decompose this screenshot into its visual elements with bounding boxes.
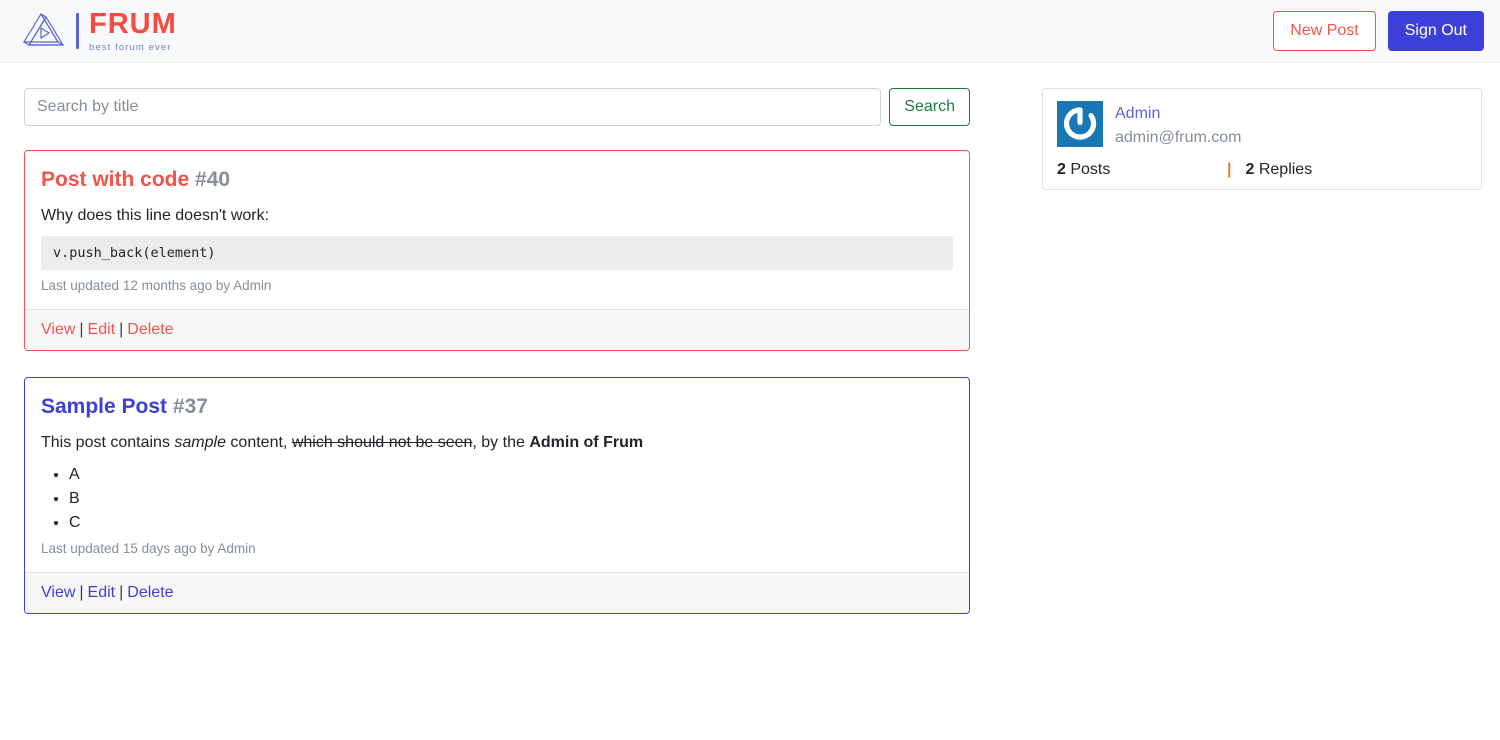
post-edit-link[interactable]: Edit: [88, 321, 116, 338]
brand-logo[interactable]: FRUM best forum ever: [20, 8, 177, 54]
action-separator: |: [119, 584, 124, 602]
post-delete-link[interactable]: Delete: [127, 584, 173, 601]
text-tail: , by the: [472, 434, 530, 452]
post-number: #40: [195, 168, 231, 191]
replies-count: 2: [1245, 161, 1255, 178]
profile-header: Admin admin@frum.com: [1057, 101, 1467, 150]
post-view-link[interactable]: View: [41, 584, 75, 601]
post-rich-text: This post contains sample content, which…: [41, 431, 953, 455]
user-profile-card: Admin admin@frum.com 2 Posts | 2 Replies: [1042, 88, 1482, 190]
profile-info: Admin admin@frum.com: [1115, 101, 1242, 150]
post-view-link[interactable]: View: [41, 321, 75, 338]
post-body: Sample Post #37 This post contains sampl…: [25, 378, 969, 572]
search-button[interactable]: Search: [889, 88, 970, 126]
profile-stats: 2 Posts | 2 Replies: [1057, 161, 1467, 179]
post-card: Post with code #40 Why does this line do…: [24, 150, 970, 352]
post-bullet-list: A B C: [41, 463, 953, 535]
posts-stat: 2 Posts: [1057, 161, 1227, 179]
profile-email: admin@frum.com: [1115, 129, 1242, 146]
post-footer: View | Edit | Delete: [25, 572, 969, 614]
post-title: Post with code #40: [41, 167, 953, 192]
text-italic: sample: [174, 434, 226, 452]
post-delete-link[interactable]: Delete: [127, 321, 173, 338]
text-mid: content,: [225, 434, 292, 452]
text-lead: This post contains: [41, 434, 175, 452]
nav-actions: New Post Sign Out: [1273, 10, 1484, 52]
post-meta: Last updated 12 months ago by Admin: [41, 278, 272, 294]
post-number: #37: [172, 395, 208, 419]
post-code-block: v.push_back(element): [41, 236, 953, 271]
gravatar-power-logo-icon: [1057, 101, 1103, 147]
list-item: B: [69, 487, 953, 511]
text-strikethrough: which should not be seen: [291, 434, 473, 452]
text-bold: Admin of Frum: [529, 434, 644, 452]
sidebar-column: Admin admin@frum.com 2 Posts | 2 Replies: [1042, 88, 1482, 640]
post-edit-link[interactable]: Edit: [88, 584, 116, 601]
brand-title: FRUM: [89, 7, 177, 40]
brand-tagline: best forum ever: [89, 41, 172, 53]
post-title-link[interactable]: Post with code: [41, 168, 189, 191]
brand-divider: [76, 13, 79, 49]
post-intro-text: Why does this line doesn't work:: [41, 207, 270, 225]
post-title-link[interactable]: Sample Post: [41, 395, 167, 418]
post-meta: Last updated 15 days ago by Admin: [41, 541, 256, 557]
page-container: Search Post with code #40 Why does this …: [0, 63, 1500, 640]
action-separator: |: [119, 321, 124, 339]
post-title: Sample Post #37: [41, 394, 953, 419]
search-bar: Search: [24, 88, 970, 126]
posts-label: Posts: [1070, 161, 1111, 178]
replies-stat: 2 Replies: [1245, 161, 1415, 179]
stats-separator: |: [1227, 161, 1232, 178]
top-navbar: FRUM best forum ever New Post Sign Out: [0, 0, 1500, 63]
list-item: A: [69, 463, 953, 487]
post-card: Sample Post #37 This post contains sampl…: [24, 377, 970, 615]
post-body: Post with code #40 Why does this line do…: [25, 151, 969, 309]
action-separator: |: [79, 321, 84, 339]
sign-out-button[interactable]: Sign Out: [1387, 10, 1484, 52]
list-item: C: [69, 511, 953, 535]
new-post-button[interactable]: New Post: [1273, 10, 1376, 52]
replies-label: Replies: [1258, 161, 1313, 178]
posts-count: 2: [1057, 161, 1066, 178]
profile-name-link[interactable]: Admin: [1115, 102, 1242, 126]
post-footer: View | Edit | Delete: [25, 309, 969, 351]
main-column: Search Post with code #40 Why does this …: [24, 88, 970, 640]
frum-triangle-play-logo-icon: [20, 8, 70, 54]
search-input[interactable]: [24, 88, 882, 126]
action-separator: |: [79, 584, 84, 602]
